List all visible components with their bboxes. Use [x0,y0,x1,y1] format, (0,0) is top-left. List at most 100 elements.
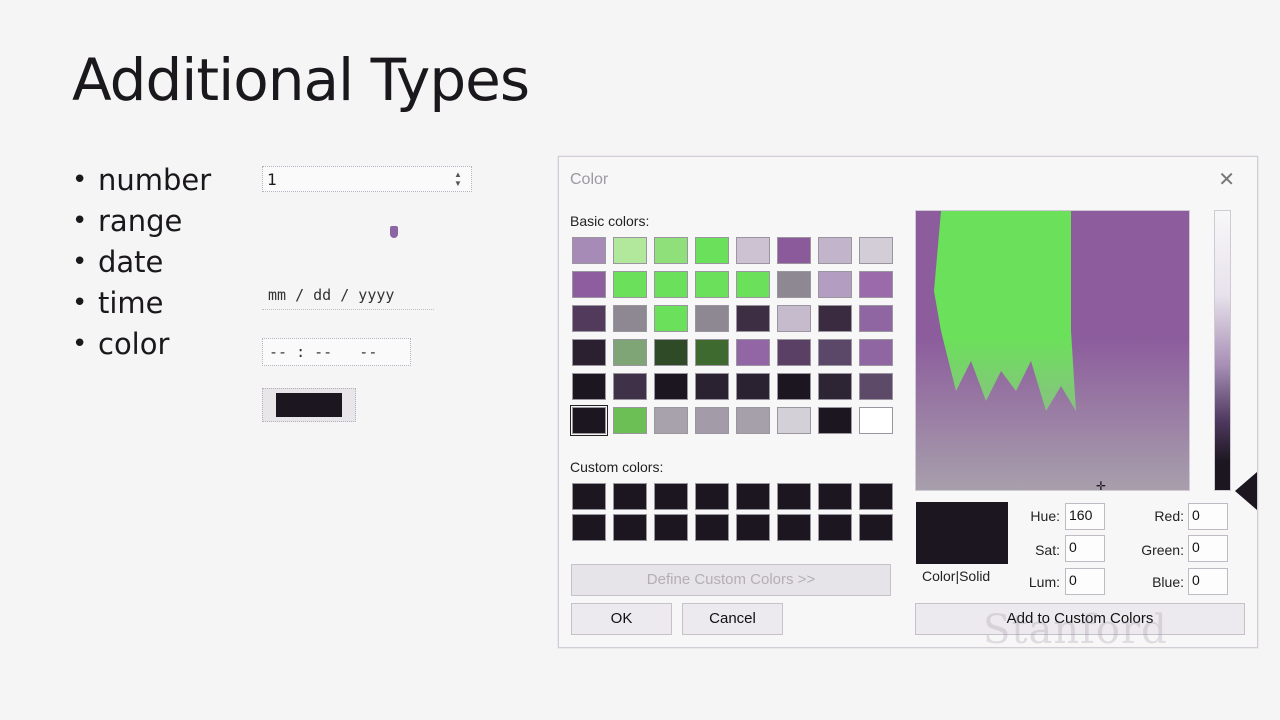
custom-color-swatch[interactable] [818,514,852,541]
custom-color-swatch[interactable] [695,483,729,510]
spin-up-icon[interactable]: ▲ [451,170,465,179]
basic-color-swatch[interactable] [777,271,811,298]
date-input[interactable]: mm / dd / yyyy [262,282,434,310]
basic-color-swatch[interactable] [572,237,606,264]
basic-color-swatch[interactable] [654,237,688,264]
stanford-watermark: Stanford [983,607,1168,653]
basic-color-swatch[interactable] [736,407,770,434]
custom-color-swatch[interactable] [736,483,770,510]
basic-color-swatch[interactable] [695,237,729,264]
luminance-arrow-icon[interactable] [1235,472,1257,510]
basic-color-swatch[interactable] [777,407,811,434]
red-field[interactable]: 0 [1188,503,1228,530]
hue-label: Hue: [1030,508,1060,524]
basic-color-swatch[interactable] [777,305,811,332]
basic-color-swatch[interactable] [572,305,606,332]
basic-color-swatch[interactable] [572,339,606,366]
close-icon[interactable]: ✕ [1218,167,1235,192]
custom-color-swatch[interactable] [859,514,893,541]
spin-down-icon[interactable]: ▼ [451,179,465,188]
basic-color-swatch[interactable] [695,373,729,400]
define-custom-colors-button[interactable]: Define Custom Colors >> [571,564,891,596]
basic-color-swatch[interactable] [736,271,770,298]
basic-color-swatch[interactable] [859,271,893,298]
basic-color-swatch[interactable] [654,407,688,434]
custom-color-swatch[interactable] [777,483,811,510]
color-dialog: Color ✕ Basic colors: Custom colors: Def… [558,156,1258,653]
basic-color-swatch[interactable] [777,373,811,400]
basic-color-swatch[interactable] [818,407,852,434]
basic-color-swatch[interactable] [570,405,608,436]
basic-color-swatch[interactable] [859,305,893,332]
custom-color-swatch[interactable] [613,514,647,541]
basic-color-swatch[interactable] [613,339,647,366]
custom-color-swatch[interactable] [859,483,893,510]
basic-color-swatch[interactable] [613,305,647,332]
basic-color-swatch[interactable] [695,305,729,332]
custom-color-swatch[interactable] [818,483,852,510]
basic-color-swatch[interactable] [695,407,729,434]
custom-color-swatch[interactable] [777,514,811,541]
hue-field[interactable]: 160 [1065,503,1105,530]
custom-colors-grid [572,483,893,541]
custom-color-swatch[interactable] [613,483,647,510]
time-input[interactable]: -- : -- -- [262,338,411,366]
green-field[interactable]: 0 [1188,535,1228,562]
number-input-value: 1 [267,170,277,189]
range-slider-thumb[interactable] [389,226,398,238]
basic-color-swatch[interactable] [818,339,852,366]
basic-color-swatch[interactable] [654,305,688,332]
basic-color-swatch[interactable] [736,237,770,264]
basic-color-swatch[interactable] [613,373,647,400]
bullet-range: range [72,201,211,242]
basic-color-swatch[interactable] [818,373,852,400]
color-solid-label: Color|Solid [922,568,991,584]
basic-color-swatch[interactable] [572,373,606,400]
basic-color-swatch[interactable] [736,373,770,400]
number-input[interactable]: 1 ▲ ▼ [262,166,472,192]
basic-color-swatch[interactable] [695,339,729,366]
basic-color-swatch[interactable] [859,407,893,434]
basic-color-swatch[interactable] [818,237,852,264]
basic-color-swatch[interactable] [818,271,852,298]
basic-color-swatch[interactable] [654,271,688,298]
basic-color-swatch[interactable] [859,237,893,264]
basic-color-swatch[interactable] [818,305,852,332]
basic-colors-grid [570,237,893,436]
basic-color-swatch[interactable] [777,339,811,366]
custom-color-swatch[interactable] [654,483,688,510]
basic-color-swatch[interactable] [654,339,688,366]
number-spinner[interactable]: ▲ ▼ [451,170,465,188]
blue-field[interactable]: 0 [1188,568,1228,595]
lum-label: Lum: [1028,574,1060,590]
basic-color-swatch[interactable] [613,237,647,264]
lum-field[interactable]: 0 [1065,568,1105,595]
custom-color-swatch[interactable] [695,514,729,541]
basic-color-swatch[interactable] [859,339,893,366]
basic-color-swatch[interactable] [859,373,893,400]
luminance-bar[interactable] [1214,210,1231,491]
bullet-color: color [72,324,211,365]
sat-field[interactable]: 0 [1065,535,1105,562]
ok-button[interactable]: OK [571,603,672,635]
color-spectrum[interactable]: ✛ [915,210,1190,491]
color-preview [916,502,1008,564]
custom-color-swatch[interactable] [572,483,606,510]
bullet-date: date [72,242,211,283]
green-label: Green: [1141,542,1184,558]
blue-label: Blue: [1152,574,1184,590]
basic-color-swatch[interactable] [613,407,647,434]
basic-color-swatch[interactable] [613,271,647,298]
basic-color-swatch[interactable] [695,271,729,298]
custom-color-swatch[interactable] [736,514,770,541]
basic-color-swatch[interactable] [572,271,606,298]
basic-color-swatch[interactable] [654,373,688,400]
custom-color-swatch[interactable] [654,514,688,541]
basic-color-swatch[interactable] [777,237,811,264]
dialog-title: Color [570,171,609,188]
basic-color-swatch[interactable] [736,339,770,366]
basic-color-swatch[interactable] [736,305,770,332]
custom-color-swatch[interactable] [572,514,606,541]
color-input[interactable] [262,388,356,422]
cancel-button[interactable]: Cancel [682,603,783,635]
